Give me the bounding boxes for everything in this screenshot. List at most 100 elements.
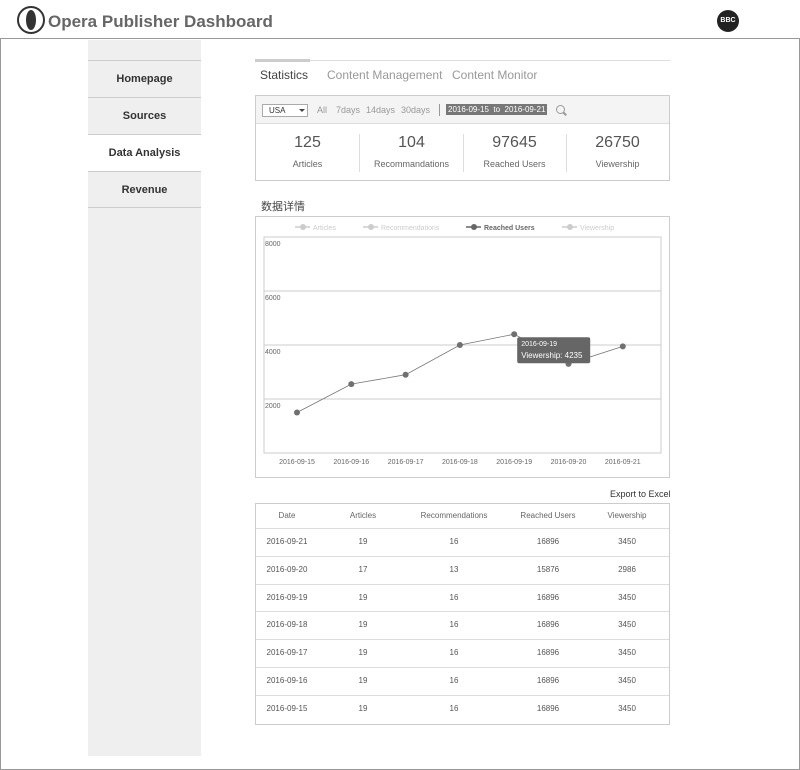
table-cell: 13	[449, 564, 459, 574]
table-cell: 16	[449, 675, 459, 685]
x-tick-label: 2016-09-18	[442, 459, 478, 466]
x-tick-label: 2016-09-17	[388, 459, 424, 466]
sidebar-item-revenue[interactable]: Revenue	[88, 171, 201, 208]
table-cell: 2016-09-19	[266, 592, 308, 602]
app-title: Opera Publisher Dashboard	[48, 12, 273, 31]
y-tick-label: 4000	[265, 349, 281, 356]
account-avatar[interactable]: BBC	[717, 10, 739, 32]
chart-panel: 2000 4000 6000 8000 2016-09-15 2016-09-16 2016…	[255, 216, 670, 478]
column-header: Viewership	[607, 511, 647, 520]
export-to-excel-link[interactable]: Export to Excel	[610, 489, 671, 499]
table-cell: 16896	[536, 620, 560, 630]
table-cell: 2016-09-20	[266, 564, 308, 574]
table-cell: 3450	[618, 675, 636, 685]
section-title: 数据详情	[261, 201, 305, 213]
table-cell: 2016-09-16	[266, 675, 308, 685]
table-cell: 16	[449, 703, 459, 713]
legend-marker	[300, 224, 306, 230]
column-header: Date	[278, 511, 296, 520]
stat-articles: 125 Articles	[256, 124, 359, 180]
table-cell: 16	[449, 620, 459, 630]
table-cell: 16896	[536, 537, 560, 546]
table-cell: 3450	[618, 648, 636, 658]
table-row: 2016-09-19 19 16 16896 3450	[256, 585, 669, 613]
stat-reached-users: 97645 Reached Users	[463, 124, 566, 180]
sidebar-divider	[88, 207, 201, 208]
table-row: 2016-09-16 19 16 16896 3450	[256, 668, 669, 696]
stat-value: 26750	[595, 134, 640, 151]
table-cell: 19	[358, 537, 368, 546]
table-cell: 19	[358, 620, 368, 630]
table-cell: 16	[449, 592, 459, 602]
range-14days[interactable]: 14days	[366, 105, 395, 115]
tooltip-value: Viewership: 4235	[521, 351, 583, 360]
range-30days[interactable]: 30days	[401, 105, 430, 115]
table-cell: 2016-09-21	[266, 537, 308, 546]
stat-value: 97645	[492, 134, 537, 151]
data-point	[402, 371, 409, 378]
data-table: Date Articles Recommendations Reached Users…	[255, 503, 670, 725]
table-row: 2016-09-17 19 16 16896 3450	[256, 640, 669, 668]
range-all[interactable]: All	[317, 105, 327, 115]
tab-statistics[interactable]: Statistics	[260, 68, 308, 82]
x-tick-label: 2016-09-16	[333, 459, 369, 466]
tabs-divider	[255, 60, 670, 61]
legend-marker	[471, 224, 477, 230]
sidebar-item-sources[interactable]: Sources	[88, 97, 201, 134]
legend-label: Recommendations	[381, 225, 440, 232]
tab-content-monitor[interactable]: Content Monitor	[452, 68, 537, 82]
legend-marker	[567, 224, 573, 230]
filter-separator	[439, 104, 440, 116]
stat-viewership: 26750 Viewership	[566, 124, 669, 180]
stat-label: Recommandations	[373, 159, 450, 169]
table-cell: 16896	[536, 703, 560, 713]
table-cell: 19	[358, 675, 368, 685]
column-header: Reached Users	[520, 511, 576, 520]
data-point	[294, 409, 300, 416]
sidebar-item-data-analysis[interactable]: Data Analysis	[88, 134, 201, 171]
sidebar-item-homepage[interactable]: Homepage	[88, 60, 201, 97]
x-tick-label: 2016-09-15	[279, 459, 315, 466]
tab-content-management[interactable]: Content Management	[327, 68, 442, 82]
legend-item-articles[interactable]: Articles	[295, 224, 336, 232]
date-to: 2016-09-21	[504, 105, 546, 114]
date-range-input[interactable]: 2016-09-15 to 2016-09-21	[446, 104, 548, 115]
table-cell: 17	[358, 564, 368, 574]
table-cell: 2016-09-15	[266, 703, 308, 713]
legend-item-viewership[interactable]: Viewership	[562, 224, 614, 232]
stat-value: 125	[294, 134, 321, 151]
table-cell: 3450	[618, 537, 636, 546]
table-cell: 15876	[536, 564, 560, 574]
date-to-label: to	[493, 105, 501, 114]
legend-marker	[368, 224, 374, 230]
table-row: 2016-09-20 17 13 15876 2986	[256, 557, 669, 585]
table-cell: 16	[449, 537, 459, 546]
sidebar: Homepage Sources Data Analysis Revenue	[88, 40, 201, 756]
date-from: 2016-09-15	[448, 105, 489, 114]
column-header: Recommendations	[420, 511, 488, 520]
stat-label: Viewership	[595, 159, 640, 169]
range-7days[interactable]: 7days	[336, 105, 360, 115]
legend-label: Viewership	[580, 225, 614, 232]
tooltip-date: 2016-09-19	[521, 341, 557, 348]
x-tick-label: 2016-09-21	[605, 459, 641, 466]
table-cell: 3450	[618, 592, 636, 602]
legend-item-recommendations[interactable]: Recommendations	[363, 224, 440, 232]
table-cell: 19	[358, 592, 368, 602]
table-cell: 3450	[618, 703, 636, 713]
stat-recommendations: 104 Recommandations	[360, 124, 463, 180]
x-tick-label: 2016-09-19	[496, 459, 532, 466]
data-point	[348, 381, 355, 388]
table-cell: 16896	[536, 592, 560, 602]
table-cell: 16896	[536, 648, 560, 658]
legend-item-reached-users[interactable]: Reached Users	[466, 224, 535, 232]
country-select-value: USA	[269, 106, 286, 115]
filter-bar: USA All 7days 14days 30days 2016-09-15 t…	[256, 96, 669, 124]
search-icon[interactable]	[556, 105, 565, 114]
stat-label: Articles	[292, 159, 323, 169]
country-select[interactable]: USA	[262, 104, 308, 117]
table-cell: 2016-09-18	[266, 620, 308, 630]
table-cell: 16	[449, 648, 459, 658]
column-header: Articles	[349, 511, 377, 520]
table-cell: 2986	[618, 564, 636, 574]
